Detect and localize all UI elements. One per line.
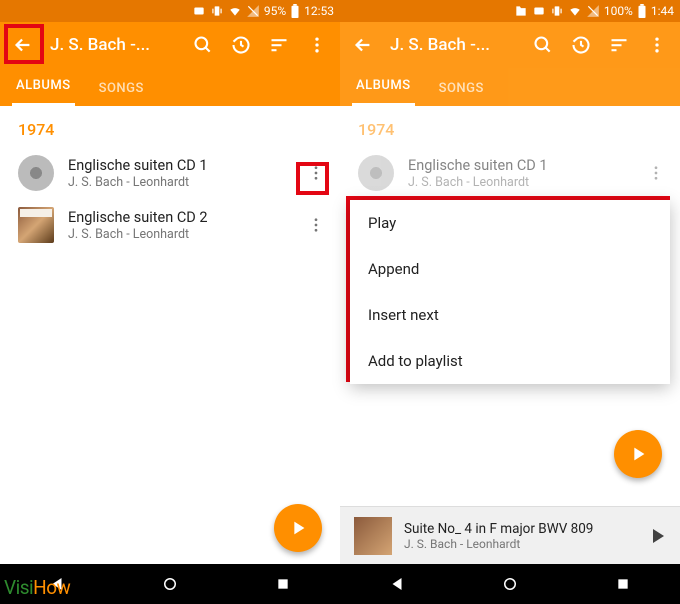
search-button[interactable] [524,26,562,64]
album-art-icon [358,155,394,191]
signal-icon [246,4,260,18]
item-overflow-button[interactable] [300,209,332,241]
list-item-text: Englische suiten CD 1 J. S. Bach - Leonh… [68,157,286,190]
battery-text: 95% [264,4,286,18]
year-header: 1974 [340,106,680,147]
phone-right: 100% 1:44 J. S. Bach -... ALBUMS SONGS 1… [340,0,680,604]
nav-recent[interactable] [609,570,637,598]
list-item[interactable]: Englische suiten CD 1 J. S. Bach - Leonh… [0,147,340,199]
history-button[interactable] [562,26,600,64]
nav-home[interactable] [496,570,524,598]
now-playing-title: Suite No_ 4 in F major BWV 809 [404,521,630,537]
clock-text: 12:53 [304,4,334,18]
nav-recent[interactable] [269,570,297,598]
menu-append[interactable]: Append [350,246,670,292]
notif-icon [514,4,528,18]
notif-icon [192,4,206,18]
now-playing-subtitle: J. S. Bach - Leonhardt [404,537,630,551]
appbar: J. S. Bach -... [340,22,680,68]
tab-albums[interactable]: ALBUMS [12,68,75,106]
tab-albums[interactable]: ALBUMS [352,68,415,106]
now-playing-bar[interactable]: Suite No_ 4 in F major BWV 809 J. S. Bac… [340,506,680,564]
nav-back[interactable] [383,570,411,598]
year-header: 1974 [0,106,340,147]
nav-home[interactable] [156,570,184,598]
album-title: Englische suiten CD 1 [68,157,286,174]
album-art-icon [18,207,54,243]
page-title: J. S. Bach -... [42,35,184,55]
navbar [340,564,680,604]
back-button[interactable] [4,26,42,64]
overflow-button[interactable] [298,26,336,64]
list-item[interactable]: Englische suiten CD 2 J. S. Bach - Leonh… [0,199,340,251]
appbar: J. S. Bach -... [0,22,340,68]
signal-icon [586,4,600,18]
tab-songs[interactable]: SONGS [95,71,148,106]
content-area: 1974 Englische suiten CD 1 J. S. Bach - … [0,106,340,564]
vibrate-icon [550,4,564,18]
overflow-button[interactable] [638,26,676,64]
album-title: Englische suiten CD 2 [68,209,286,226]
battery-icon [290,4,300,18]
clock-text: 1:44 [651,4,674,18]
album-art-icon [18,155,54,191]
wifi-icon [228,4,242,18]
now-playing-art [354,517,392,555]
now-playing-play-button[interactable] [642,521,672,551]
vibrate-icon [210,4,224,18]
tabs: ALBUMS SONGS [340,68,680,106]
notif-icon [532,4,546,18]
context-menu: Play Append Insert next Add to playlist [350,200,670,384]
statusbar: 95% 12:53 [0,0,340,22]
item-overflow-button[interactable] [300,157,332,189]
battery-text: 100% [604,4,633,18]
list-item[interactable]: Englische suiten CD 1 J. S. Bach - Leonh… [340,147,680,199]
visihow-logo: VisiHow [4,576,70,600]
tabs: ALBUMS SONGS [0,68,340,106]
back-button[interactable] [344,26,382,64]
menu-play[interactable]: Play [350,200,670,246]
item-overflow-button[interactable] [640,157,672,189]
tab-songs[interactable]: SONGS [435,71,488,106]
history-button[interactable] [222,26,260,64]
now-playing-text: Suite No_ 4 in F major BWV 809 J. S. Bac… [404,521,630,551]
statusbar: 100% 1:44 [340,0,680,22]
sort-button[interactable] [600,26,638,64]
wifi-icon [568,4,582,18]
menu-add-to-playlist[interactable]: Add to playlist [350,338,670,384]
page-title: J. S. Bach -... [382,35,524,55]
play-fab[interactable] [614,430,662,478]
album-subtitle: J. S. Bach - Leonhardt [68,227,286,242]
list-item-text: Englische suiten CD 2 J. S. Bach - Leonh… [68,209,286,242]
phone-left: 95% 12:53 J. S. Bach -... ALBUMS SONGS 1… [0,0,340,604]
album-title: Englische suiten CD 1 [408,157,626,174]
menu-insert-next[interactable]: Insert next [350,292,670,338]
sort-button[interactable] [260,26,298,64]
list-item-text: Englische suiten CD 1 J. S. Bach - Leonh… [408,157,626,190]
play-fab[interactable] [274,504,322,552]
album-subtitle: J. S. Bach - Leonhardt [68,175,286,190]
album-subtitle: J. S. Bach - Leonhardt [408,175,626,190]
battery-icon [637,4,647,18]
search-button[interactable] [184,26,222,64]
